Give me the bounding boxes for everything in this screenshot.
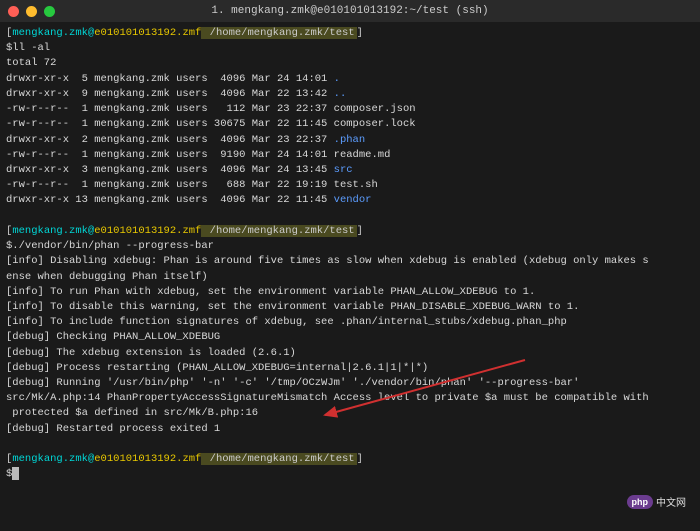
phan-output-line: [info] To run Phan with xdebug, set the … (6, 285, 694, 300)
title-bar: 1. mengkang.zmk@e010101013192:~/test (ss… (0, 0, 700, 22)
ls-row: drwxr-xr-x 13 mengkang.zmk users 4096 Ma… (6, 193, 694, 208)
ls-row: drwxr-xr-x 2 mengkang.zmk users 4096 Mar… (6, 133, 694, 148)
ls-row: -rw-r--r-- 1 mengkang.zmk users 9190 Mar… (6, 148, 694, 163)
watermark-badge: php (627, 495, 654, 509)
phan-output-line: [info] To include function signatures of… (6, 315, 694, 330)
prompt-host: e010101013192.zmf (94, 27, 201, 39)
prompt-line: [mengkang.zmk@e010101013192.zmf /home/me… (6, 26, 694, 41)
ls-row: drwxr-xr-x 9 mengkang.zmk users 4096 Mar… (6, 87, 694, 102)
watermark-text: 中文网 (656, 494, 686, 509)
window-controls (8, 6, 55, 17)
watermark: php 中文网 (627, 494, 687, 509)
prompt-line: [mengkang.zmk@e010101013192.zmf /home/me… (6, 224, 694, 239)
annotation-arrow-icon (315, 355, 535, 425)
ls-row: -rw-r--r-- 1 mengkang.zmk users 30675 Ma… (6, 117, 694, 132)
maximize-icon[interactable] (44, 6, 55, 17)
blank-line (6, 209, 694, 224)
command-ll: $ll -al (6, 41, 694, 56)
ls-total: total 72 (6, 56, 694, 71)
close-icon[interactable] (8, 6, 19, 17)
ls-row: -rw-r--r-- 1 mengkang.zmk users 688 Mar … (6, 178, 694, 193)
command-phan: $./vendor/bin/phan --progress-bar (6, 239, 694, 254)
ls-row: drwxr-xr-x 5 mengkang.zmk users 4096 Mar… (6, 72, 694, 87)
window-title: 1. mengkang.zmk@e010101013192:~/test (ss… (211, 5, 488, 17)
phan-output-line: [info] To disable this warning, set the … (6, 300, 694, 315)
cursor-icon (12, 467, 19, 480)
minimize-icon[interactable] (26, 6, 37, 17)
prompt-line: [mengkang.zmk@e010101013192.zmf /home/me… (6, 452, 694, 467)
prompt-user: mengkang.zmk (12, 27, 88, 39)
cursor-line[interactable]: $ (6, 467, 694, 482)
ls-row: -rw-r--r-- 1 mengkang.zmk users 112 Mar … (6, 102, 694, 117)
prompt-path: /home/mengkang.zmk/test (201, 27, 356, 39)
ls-row: drwxr-xr-x 3 mengkang.zmk users 4096 Mar… (6, 163, 694, 178)
phan-output-line: ense when debugging Phan itself) (6, 270, 694, 285)
phan-output-line: [debug] Checking PHAN_ALLOW_XDEBUG (6, 330, 694, 345)
phan-output-line: [info] Disabling xdebug: Phan is around … (6, 254, 694, 269)
blank-line (6, 437, 694, 452)
